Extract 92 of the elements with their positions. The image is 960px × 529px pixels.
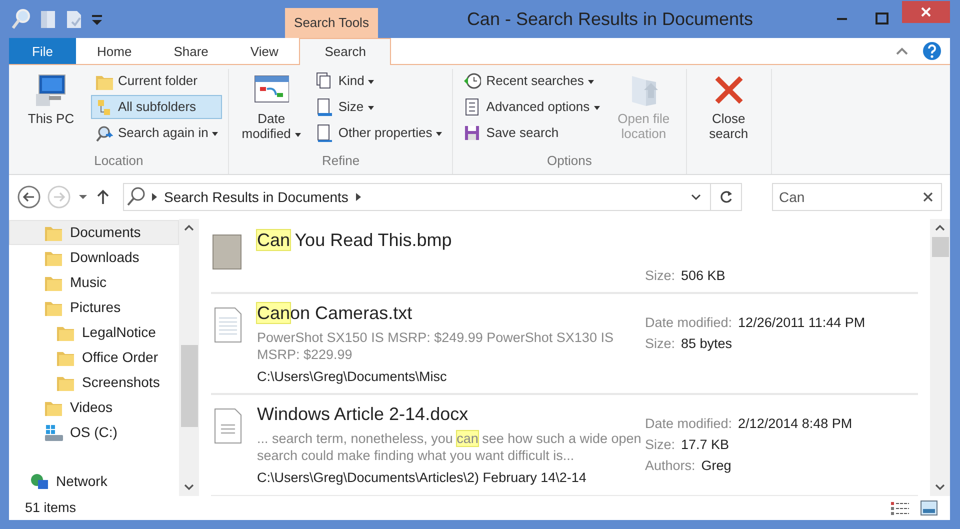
tree-item[interactable]: Documents: [9, 220, 179, 245]
ribbon-tab[interactable]: Search: [299, 38, 392, 65]
ribbon-button[interactable]: Other properties: [311, 121, 446, 145]
property-value: 506 KB: [681, 268, 726, 283]
document-icon: [315, 98, 334, 116]
scrollbar[interactable]: [179, 219, 199, 496]
search-field[interactable]: Can: [772, 183, 942, 211]
contextual-tab-group-label: Search Tools: [285, 8, 378, 38]
property-value: 85 bytes: [681, 336, 732, 351]
close-icon: [920, 6, 932, 18]
group-label: Location: [93, 152, 144, 170]
minimize-icon: [837, 18, 847, 20]
ribbon-tab[interactable]: Home: [76, 38, 153, 64]
close-button[interactable]: [902, 1, 950, 23]
snippet-text: ... search term, nonetheless, you can see how such a wide open search could make finding what you want difficult is...: [257, 430, 642, 464]
property-value: Greg: [701, 458, 732, 474]
ribbon-tab[interactable]: Share: [152, 38, 230, 64]
clear-search-button[interactable]: [922, 191, 934, 203]
file-menu-button[interactable]: File: [9, 38, 76, 64]
tree-item[interactable]: OS (C:): [9, 420, 179, 445]
tree-item[interactable]: Videos: [9, 395, 179, 420]
drive-icon: [44, 422, 64, 442]
large-icons-view-button[interactable]: [920, 500, 938, 516]
picture-icon: [920, 500, 938, 516]
help-icon[interactable]: [922, 41, 942, 61]
ribbon-button[interactable]: Kind: [311, 69, 446, 93]
properties-icon[interactable]: [39, 8, 57, 30]
up-arrow-icon: [95, 188, 111, 206]
save-icon: [463, 124, 482, 142]
tree-item[interactable]: Music: [9, 270, 179, 295]
ribbon-button[interactable]: Save search: [459, 121, 604, 145]
refresh-icon: [719, 190, 733, 204]
property-label: Size:: [645, 268, 676, 283]
ribbon-button[interactable]: Advanced options: [459, 95, 604, 119]
group-label: Refine: [321, 152, 361, 170]
subfolders-icon: [95, 98, 113, 116]
close-icon: [922, 191, 934, 203]
file-path: C:\Users\Greg\Documents\Articles\2) February 14\2-14: [257, 469, 588, 488]
address-field[interactable]: Search Results in Documents: [123, 183, 742, 211]
tree-item[interactable]: Network: [9, 469, 179, 494]
caret-icon: [77, 192, 89, 202]
group-label: Options: [546, 152, 593, 170]
tree-item[interactable]: Pictures: [9, 295, 179, 320]
scrollbar-thumb[interactable]: [932, 237, 948, 257]
ribbon-tab[interactable]: View: [229, 38, 300, 64]
snippet-text: PowerShot SX150 IS MSRP: $249.99 PowerShot SX130 IS MSRP: $229.99: [257, 329, 614, 363]
ribbon-button[interactable]: All subfolders: [91, 95, 222, 119]
property-value: 12/26/2011 11:44 PM: [738, 315, 866, 330]
property-label: Date modified:: [645, 315, 732, 330]
property-label: Authors:: [645, 458, 696, 474]
scrollbar-thumb[interactable]: [180, 345, 198, 427]
item-count: 51 items: [25, 498, 76, 517]
scrollbar[interactable]: [930, 219, 950, 496]
documents-icon: [315, 72, 334, 90]
tree-item[interactable]: LegalNotice: [9, 320, 179, 345]
search-result[interactable]: Can You Read This.bmp Size: 506 KB: [211, 221, 918, 294]
details-view-button[interactable]: [890, 500, 910, 516]
recent-locations-button[interactable]: [77, 192, 89, 202]
file-name[interactable]: Windows Article 2-14.docx: [257, 403, 645, 426]
customize-menu-icon[interactable]: [91, 12, 103, 26]
ribbon-button[interactable]: Date modified: [235, 69, 308, 150]
network-icon: [30, 472, 50, 492]
tree-item[interactable]: Downloads: [9, 245, 179, 270]
tree-item[interactable]: Screenshots: [9, 370, 179, 395]
back-button[interactable]: [17, 185, 41, 209]
property-value: 17.7 KB: [681, 437, 730, 452]
ribbon-button[interactable]: Close search: [692, 69, 765, 150]
breadcrumb[interactable]: Search Results in Documents: [160, 186, 352, 208]
property-value: 2/12/2014 8:48 PM: [738, 416, 852, 432]
maximize-icon: [875, 12, 889, 26]
ribbon-button[interactable]: Current folder: [91, 69, 222, 93]
chevron-down-icon: [690, 192, 702, 202]
property-label: Size:: [645, 336, 676, 351]
search-icon[interactable]: [11, 8, 31, 30]
list-icon: [463, 98, 482, 116]
window-title: Can - Search Results in Documents: [466, 8, 754, 30]
property-label: Size:: [645, 437, 676, 452]
up-button[interactable]: [95, 188, 111, 206]
ribbon-button[interactable]: Recent searches: [459, 69, 604, 93]
ribbon-button[interactable]: Search again in: [91, 121, 222, 145]
tree-item[interactable]: Office Order: [9, 345, 179, 370]
file-path: C:\Users\Greg\Documents\Misc: [257, 368, 448, 386]
ribbon-button[interactable]: This PC: [15, 69, 87, 150]
ribbon-button[interactable]: Size: [311, 95, 446, 119]
collapse-ribbon-icon[interactable]: [896, 46, 908, 56]
details-list-icon: [890, 500, 910, 516]
file-name[interactable]: Canon Cameras.txt: [257, 302, 645, 324]
file-name[interactable]: Can You Read This.bmp: [257, 229, 645, 251]
clock-icon: [463, 72, 482, 90]
property-label: Date modified:: [645, 416, 732, 432]
document-icon: [315, 124, 334, 142]
search-result[interactable]: Canon Cameras.txt PowerShot SX150 IS MSRP: $249.99 PowerShot SX130 IS MSRP: $229.99 C:\Users\Greg\Documents\Misc Date modified: 12/26/2011 11:44 PM Size: 85 bytes: [211, 294, 918, 396]
